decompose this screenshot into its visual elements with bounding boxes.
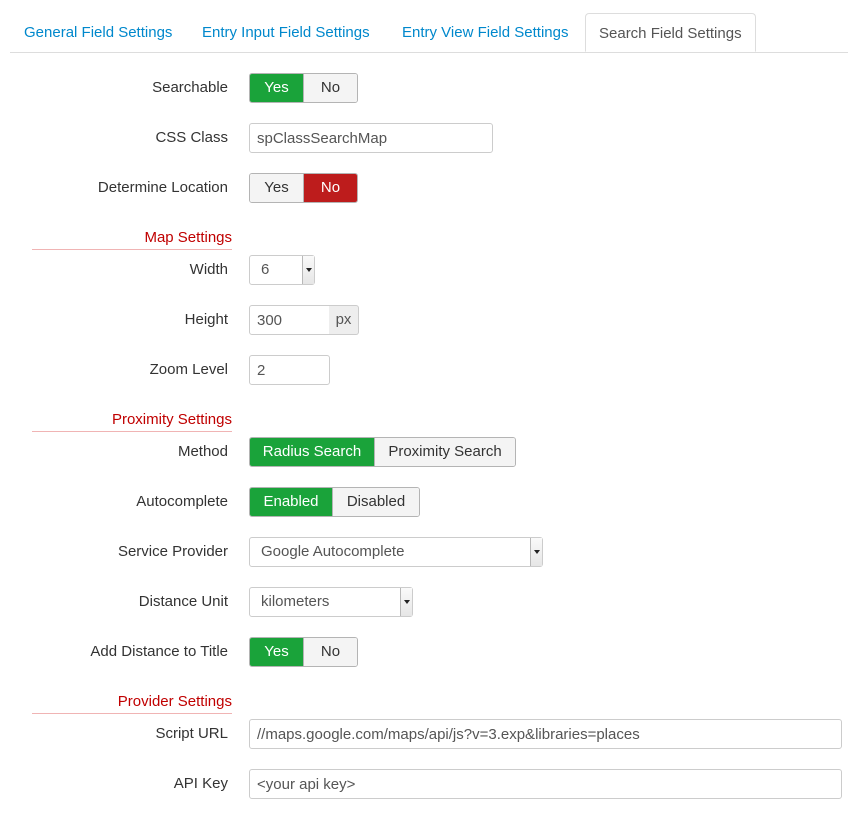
method-toggle: Radius Search Proximity Search bbox=[249, 437, 516, 467]
script-url-label: Script URL bbox=[155, 725, 228, 742]
method-label: Method bbox=[177, 443, 228, 460]
searchable-label: Searchable bbox=[152, 79, 228, 96]
autocomplete-toggle: Enabled Disabled bbox=[249, 487, 420, 517]
autocomplete-enabled-button[interactable]: Enabled bbox=[250, 488, 332, 516]
tab-search-field-settings[interactable]: Search Field Settings bbox=[585, 13, 756, 52]
script-url-input[interactable] bbox=[249, 719, 842, 749]
searchable-toggle: Yes No bbox=[249, 73, 358, 103]
service-provider-label: Service Provider bbox=[117, 543, 228, 560]
distance-unit-label: Distance Unit bbox=[138, 593, 228, 610]
determine-location-no-button[interactable]: No bbox=[303, 174, 357, 202]
proximity-search-button[interactable]: Proximity Search bbox=[374, 438, 515, 466]
zoom-level-input[interactable] bbox=[249, 355, 330, 385]
width-label: Width bbox=[189, 261, 228, 278]
settings-tabs: General Field Settings Entry Input Field… bbox=[10, 13, 848, 53]
tab-entry-view-field-settings[interactable]: Entry View Field Settings bbox=[402, 13, 568, 52]
add-distance-no-button[interactable]: No bbox=[303, 638, 357, 666]
proximity-settings-heading: Proximity Settings bbox=[32, 412, 232, 432]
height-unit-addon: px bbox=[329, 305, 359, 335]
radius-search-button[interactable]: Radius Search bbox=[250, 438, 374, 466]
provider-settings-heading: Provider Settings bbox=[32, 694, 232, 714]
zoom-level-label: Zoom Level bbox=[149, 361, 228, 378]
searchable-no-button[interactable]: No bbox=[303, 74, 357, 102]
css-class-input[interactable] bbox=[249, 123, 493, 153]
add-distance-toggle: Yes No bbox=[249, 637, 358, 667]
distance-unit-select[interactable]: kilometers bbox=[249, 587, 413, 617]
map-settings-heading: Map Settings bbox=[32, 230, 232, 250]
service-provider-value: Google Autocomplete bbox=[261, 543, 405, 560]
chevron-down-icon bbox=[530, 538, 542, 566]
service-provider-select[interactable]: Google Autocomplete bbox=[249, 537, 543, 567]
api-key-label: API Key bbox=[173, 775, 228, 792]
tab-entry-input-field-settings[interactable]: Entry Input Field Settings bbox=[202, 13, 370, 52]
chevron-down-icon bbox=[302, 256, 314, 284]
width-value: 6 bbox=[261, 261, 270, 278]
add-distance-yes-button[interactable]: Yes bbox=[250, 638, 303, 666]
distance-unit-value: kilometers bbox=[261, 593, 330, 610]
autocomplete-label: Autocomplete bbox=[136, 493, 228, 510]
determine-location-label: Determine Location bbox=[97, 179, 228, 196]
css-class-label: CSS Class bbox=[155, 129, 228, 146]
determine-location-yes-button[interactable]: Yes bbox=[250, 174, 303, 202]
api-key-input[interactable] bbox=[249, 769, 842, 799]
autocomplete-disabled-button[interactable]: Disabled bbox=[332, 488, 419, 516]
determine-location-toggle: Yes No bbox=[249, 173, 358, 203]
chevron-down-icon bbox=[400, 588, 412, 616]
height-input[interactable] bbox=[249, 305, 330, 335]
add-distance-label: Add Distance to Title bbox=[90, 643, 228, 660]
height-label: Height bbox=[184, 311, 228, 328]
searchable-yes-button[interactable]: Yes bbox=[250, 74, 303, 102]
tab-general-field-settings[interactable]: General Field Settings bbox=[24, 13, 172, 52]
width-select[interactable]: 6 bbox=[249, 255, 315, 285]
